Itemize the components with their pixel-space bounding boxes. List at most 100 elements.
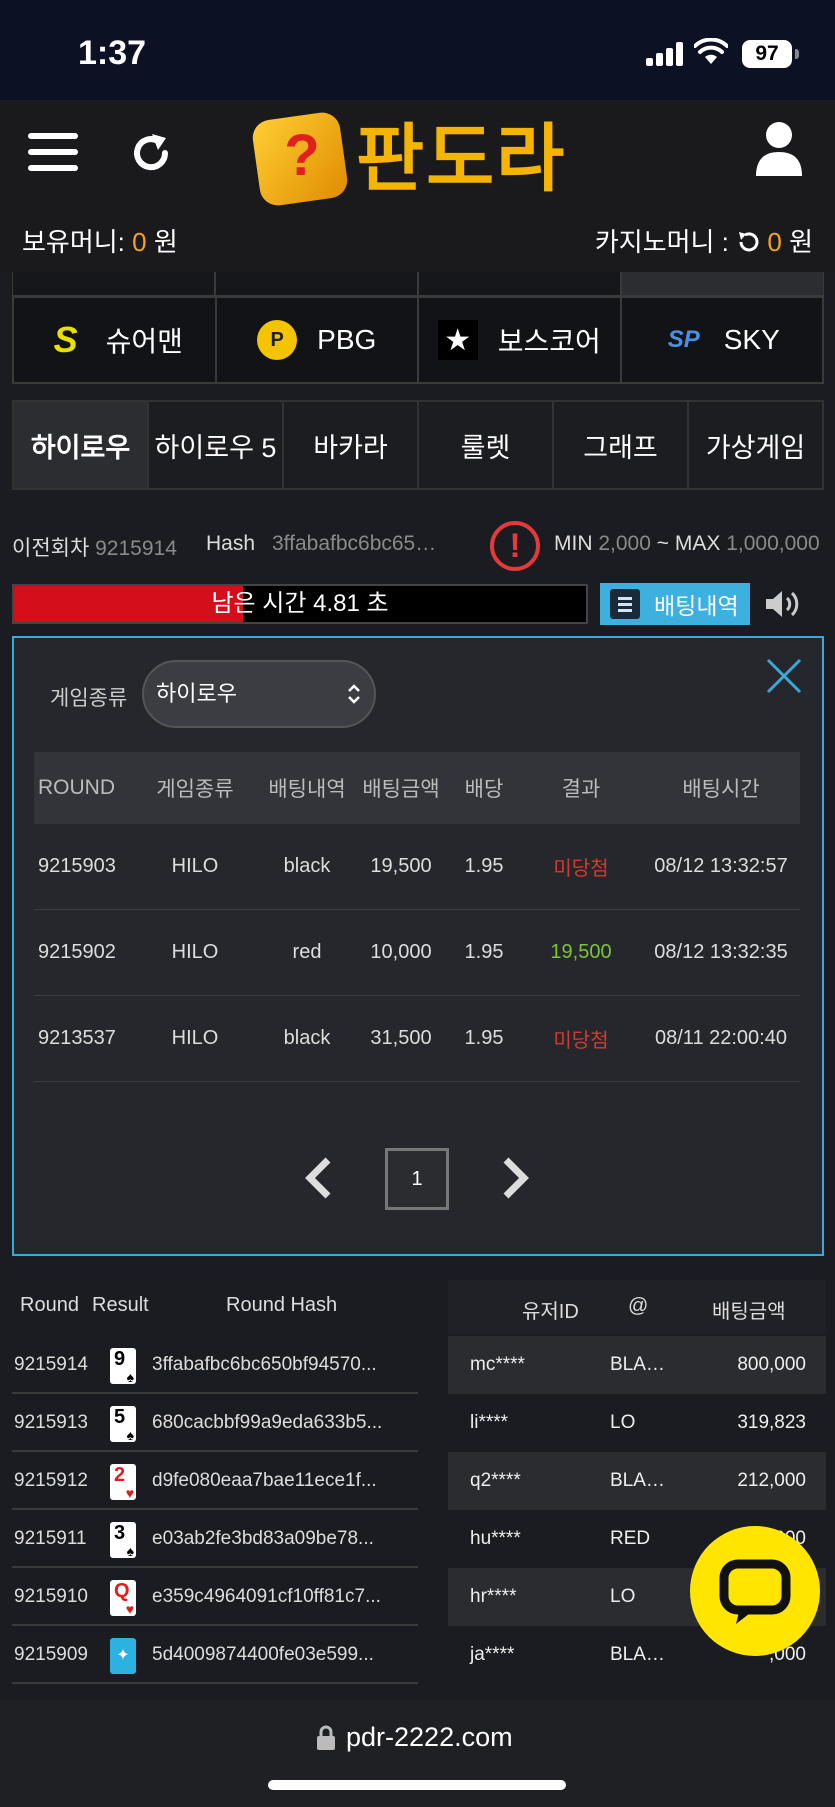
round-number: 9215912 — [14, 1470, 88, 1491]
col-round: ROUND — [38, 776, 115, 799]
user-amount: 212,000 — [737, 1470, 806, 1491]
hash-label: Hash — [206, 532, 256, 555]
user-pick: BLACK — [610, 1470, 668, 1491]
bet-history-button[interactable]: 배팅내역 — [600, 583, 750, 625]
round-row[interactable]: 9215913 5 ♠ 680cacbbf99a9eda633b5... — [12, 1394, 418, 1452]
user-pick: BLACK — [610, 1644, 668, 1665]
battery-cap-icon — [795, 49, 799, 59]
page-number-button[interactable]: 1 — [385, 1148, 449, 1210]
history-odds: 1.95 — [464, 855, 504, 877]
user-amount: 800,000 — [737, 1354, 806, 1375]
tab-graph[interactable]: 그래프 — [554, 402, 689, 488]
history-time: 08/11 22:00:40 — [655, 1027, 787, 1049]
history-row: 9215903 HILO black 19,500 1.95 미당첨 08/12… — [34, 824, 800, 910]
chat-button[interactable] — [690, 1526, 820, 1656]
history-amount: 19,500 — [370, 855, 432, 877]
card-suit: ♥ — [125, 1485, 134, 1501]
refresh-icon[interactable] — [128, 130, 174, 176]
home-indicator[interactable] — [268, 1780, 566, 1790]
history-result: 19,500 — [550, 941, 612, 963]
casino-refresh-icon[interactable] — [736, 230, 760, 254]
min-value: 2,000 — [598, 532, 651, 555]
chat-bubble-icon — [719, 1559, 791, 1624]
history-result: 미당첨 — [553, 858, 609, 880]
provider-label: SKY — [723, 324, 780, 355]
wallet-balance: 보유머니: 0 원 — [22, 222, 178, 259]
history-game: HILO — [171, 855, 219, 877]
alert-icon[interactable]: ! — [490, 521, 540, 571]
provider-bar: S 슈어맨 P PBG ★ 보스코어 SP SKY — [12, 296, 824, 384]
round-hash: e359c4964091cf10ff81c7... — [152, 1586, 381, 1607]
casino-unit: 원 — [781, 227, 813, 257]
card-result-icon: 5 ♠ — [110, 1406, 136, 1442]
col-result: Result — [92, 1294, 149, 1316]
site-logo[interactable]: ? 판도라 — [250, 110, 586, 208]
tab-virtual-game[interactable]: 가상게임 — [689, 402, 822, 488]
provider-sureman[interactable]: S 슈어맨 — [14, 298, 217, 382]
casino-amount: 0 — [767, 227, 782, 257]
card-rank: Q — [114, 1580, 130, 1602]
user-pick: BLACK — [610, 1354, 668, 1375]
pbg-logo-icon: P — [257, 320, 298, 360]
wallet-amount: 0 — [132, 227, 147, 257]
provider-boscore[interactable]: ★ 보스코어 — [419, 298, 622, 382]
tab-hilo[interactable]: 하이로우 — [14, 402, 149, 488]
history-round: 9215902 — [38, 941, 116, 963]
chevron-right-icon[interactable] — [494, 1154, 534, 1202]
bet-limits: MIN 2,000 ~ MAX 1,000,000 — [554, 532, 820, 556]
provider-label: PBG — [317, 324, 377, 355]
col-bet-amount: 배팅금액 — [362, 778, 440, 801]
menu-icon[interactable] — [28, 133, 78, 177]
tab-hilo-5[interactable]: 하이로우 5 — [149, 402, 284, 488]
user-bet-row: mc**** BLACK 800,000 — [448, 1336, 826, 1394]
history-round: 9215903 — [38, 855, 116, 877]
provider-pbg[interactable]: P PBG — [216, 298, 419, 382]
round-table-header: Round Result Round Hash — [12, 1280, 418, 1330]
close-icon[interactable] — [764, 656, 804, 696]
lock-icon — [317, 1725, 335, 1750]
boscore-logo-icon: ★ — [437, 320, 478, 360]
previous-round-label: 이전회차 — [12, 537, 90, 560]
history-table-header: ROUND 게임종류 배팅내역 배팅금액 배당 결과 배팅시간 — [34, 752, 800, 824]
provider-label: 보스코어 — [497, 326, 601, 357]
game-type-filter-label: 게임종류 — [50, 687, 128, 710]
history-odds: 1.95 — [464, 1027, 504, 1049]
round-row[interactable]: 9215912 2 ♥ d9fe080eaa7bae11ece1f... — [12, 1452, 418, 1510]
card-suit: ♥ — [125, 1601, 134, 1617]
col-bet-amount: 배팅금액 — [712, 1301, 786, 1323]
status-time: 1:37 — [78, 34, 147, 72]
history-row: 9215902 HILO red 10,000 1.95 19,500 08/1… — [34, 910, 800, 996]
card-rank: 9 — [114, 1348, 126, 1370]
user-account-icon[interactable] — [754, 120, 804, 178]
game-type-select[interactable]: 하이로우 — [142, 660, 376, 728]
browser-address-bar[interactable] — [0, 1700, 835, 1807]
wallet-unit: 원 — [146, 227, 178, 257]
card-result-icon: 2 ♥ — [110, 1464, 136, 1500]
col-round: Round — [20, 1294, 79, 1316]
card-rank: 5 — [114, 1406, 126, 1428]
col-odds: 배당 — [464, 778, 504, 801]
round-row[interactable]: 9215909 ✦ 5d4009874400fe03e599... — [12, 1626, 418, 1684]
round-row[interactable]: 9215911 3 ♠ e03ab2fe3bd83a09be78... — [12, 1510, 418, 1568]
sound-icon[interactable] — [764, 588, 800, 620]
history-result: 미당첨 — [553, 1030, 609, 1052]
history-pick: black — [283, 855, 331, 877]
card-suit: ♠ — [126, 1543, 134, 1559]
round-row[interactable]: 9215910 Q ♥ e359c4964091cf10ff81c7... — [12, 1568, 418, 1626]
card-suit: ♠ — [126, 1427, 134, 1443]
game-tabs: 하이로우 하이로우 5 바카라 룰렛 그래프 가상게임 — [12, 400, 824, 490]
round-number: 9215910 — [14, 1586, 88, 1607]
card-result-icon: 3 ♠ — [110, 1522, 136, 1558]
history-time: 08/12 13:32:57 — [654, 855, 788, 877]
sky-logo-icon: SP — [667, 326, 700, 353]
provider-sky[interactable]: SP SKY — [621, 298, 822, 382]
user-id: hu**** — [470, 1528, 521, 1549]
chevron-left-icon[interactable] — [300, 1154, 340, 1202]
round-row[interactable]: 9215914 9 ♠ 3ffabafbc6bc650bf94570... — [12, 1336, 418, 1394]
logo-text: 판도라 — [356, 116, 567, 202]
user-id: hr**** — [470, 1586, 517, 1607]
browser-url[interactable]: pdr-2222.com — [346, 1722, 513, 1753]
tab-baccarat[interactable]: 바카라 — [284, 402, 419, 488]
previous-round-number: 9215914 — [95, 537, 177, 560]
tab-roulette[interactable]: 룰렛 — [419, 402, 554, 488]
